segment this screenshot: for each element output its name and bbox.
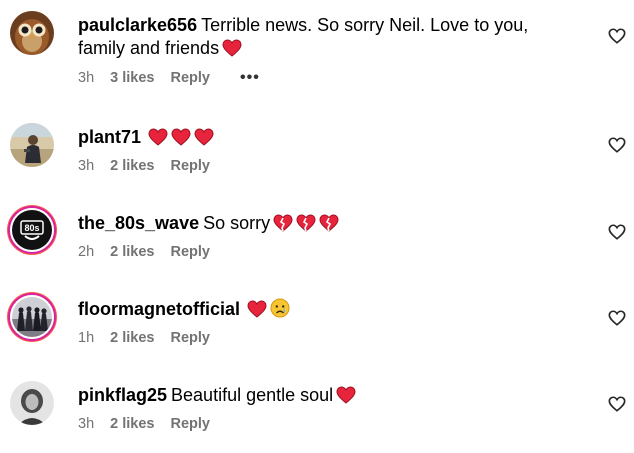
- avatar-logo-text: 80s: [24, 223, 39, 233]
- comment-time: 2h: [78, 244, 95, 260]
- avatar-floormagnet[interactable]: [10, 295, 54, 339]
- reply-button[interactable]: Reply: [170, 330, 210, 346]
- comment-time: 3h: [78, 158, 95, 174]
- comment-username[interactable]: the_80s_wave: [78, 213, 199, 233]
- avatar-pinkflag25[interactable]: [10, 381, 54, 425]
- likes-count[interactable]: 2 likes: [110, 330, 154, 346]
- comment-time: 3h: [78, 70, 95, 86]
- comment-item: plant71 3h 2 likes Reply: [0, 100, 634, 186]
- comment-username[interactable]: pinkflag25: [78, 385, 167, 405]
- likes-count[interactable]: 2 likes: [110, 244, 154, 260]
- owl-avatar-image: [10, 11, 54, 55]
- comment-item: 80s the_80s_wave So sorry 2h 2 likes Repl…: [0, 186, 634, 272]
- comment-time: 3h: [78, 416, 95, 432]
- reply-button[interactable]: Reply: [170, 416, 210, 432]
- like-heart-icon[interactable]: [608, 136, 626, 154]
- comment-text: Beautiful gentle soul: [171, 385, 334, 405]
- person-avatar-image: [10, 123, 54, 167]
- like-heart-icon[interactable]: [608, 223, 626, 241]
- red-heart-emoji: [194, 128, 214, 146]
- crying-face-emoji: [270, 298, 290, 318]
- reply-button[interactable]: Reply: [170, 244, 210, 260]
- likes-count[interactable]: 2 likes: [110, 158, 154, 174]
- red-heart-emoji: [247, 300, 267, 318]
- comment-meta: 3h 3 likes Reply •••: [78, 69, 578, 87]
- more-options-icon[interactable]: •••: [240, 69, 260, 87]
- 80s-logo-avatar-image: 80s: [12, 210, 52, 250]
- likes-count[interactable]: 2 likes: [110, 416, 154, 432]
- reply-button[interactable]: Reply: [170, 70, 210, 86]
- band-photo-avatar-image: [12, 297, 52, 337]
- comment-username[interactable]: floormagnetofficial: [78, 299, 240, 319]
- likes-count[interactable]: 3 likes: [110, 70, 154, 86]
- broken-heart-emoji: [273, 214, 293, 232]
- red-heart-emoji: [171, 128, 191, 146]
- broken-heart-emoji: [296, 214, 316, 232]
- portrait-avatar-image: [10, 381, 54, 425]
- comment-username[interactable]: plant71: [78, 127, 141, 147]
- comment-meta: 3h 2 likes Reply: [78, 158, 578, 174]
- comment-list: paulclarke656 Terrible news. So sorry Nei…: [0, 0, 634, 453]
- comment-username[interactable]: paulclarke656: [78, 15, 197, 35]
- avatar-80s-wave[interactable]: 80s: [10, 208, 54, 252]
- comment-meta: 1h 2 likes Reply: [78, 330, 578, 346]
- red-heart-emoji: [222, 39, 242, 57]
- comment-meta: 2h 2 likes Reply: [78, 244, 578, 260]
- avatar-owl[interactable]: [10, 11, 54, 55]
- reply-button[interactable]: Reply: [170, 158, 210, 174]
- like-heart-icon[interactable]: [608, 395, 626, 413]
- like-heart-icon[interactable]: [608, 309, 626, 327]
- comment-meta: 3h 2 likes Reply: [78, 416, 578, 432]
- comment-item: paulclarke656 Terrible news. So sorry Nei…: [0, 0, 634, 86]
- comment-item: pinkflag25 Beautiful gentle soul 3h 2 lik…: [0, 359, 634, 445]
- comment-item: floormagnetofficial 1h 2 likes Reply: [0, 273, 634, 359]
- red-heart-emoji: [148, 128, 168, 146]
- avatar-plant71[interactable]: [10, 123, 54, 167]
- like-heart-icon[interactable]: [608, 27, 626, 45]
- red-heart-emoji: [336, 386, 356, 404]
- broken-heart-emoji: [319, 214, 339, 232]
- comment-time: 1h: [78, 330, 95, 346]
- comment-text: So sorry: [203, 213, 271, 233]
